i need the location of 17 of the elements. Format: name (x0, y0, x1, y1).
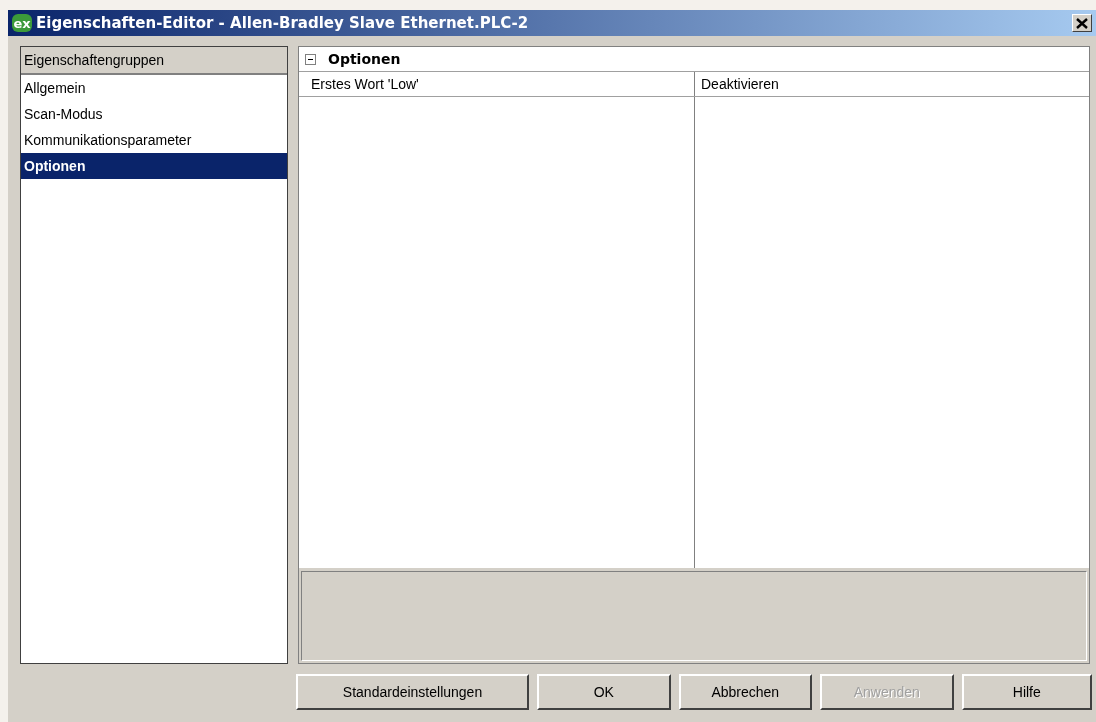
collapse-icon[interactable] (305, 53, 316, 65)
group-item[interactable]: Optionen (21, 153, 287, 179)
list-header: Eigenschaftengruppen (21, 47, 287, 75)
group-item[interactable]: Scan-Modus (21, 101, 287, 127)
dialog-button[interactable]: Standardeinstellungen (296, 674, 530, 710)
close-button[interactable] (1072, 14, 1092, 32)
group-item[interactable]: Kommunikationsparameter (21, 127, 287, 153)
property-value[interactable]: Deaktivieren (695, 72, 1089, 96)
dialog-button[interactable]: OK (537, 674, 671, 710)
group-item[interactable]: Allgemein (21, 75, 287, 101)
window-title: Eigenschaften-Editor - Allen-Bradley Slave Ethernet.PLC-2 (36, 14, 530, 32)
dialog-button[interactable]: Abbrechen (678, 674, 813, 710)
close-icon (1076, 17, 1088, 29)
dialog-button[interactable]: Hilfe (961, 674, 1092, 710)
app-logo: ex (12, 14, 32, 32)
property-name: Erstes Wort 'Low' (299, 72, 695, 96)
section-title: Optionen (328, 51, 401, 67)
